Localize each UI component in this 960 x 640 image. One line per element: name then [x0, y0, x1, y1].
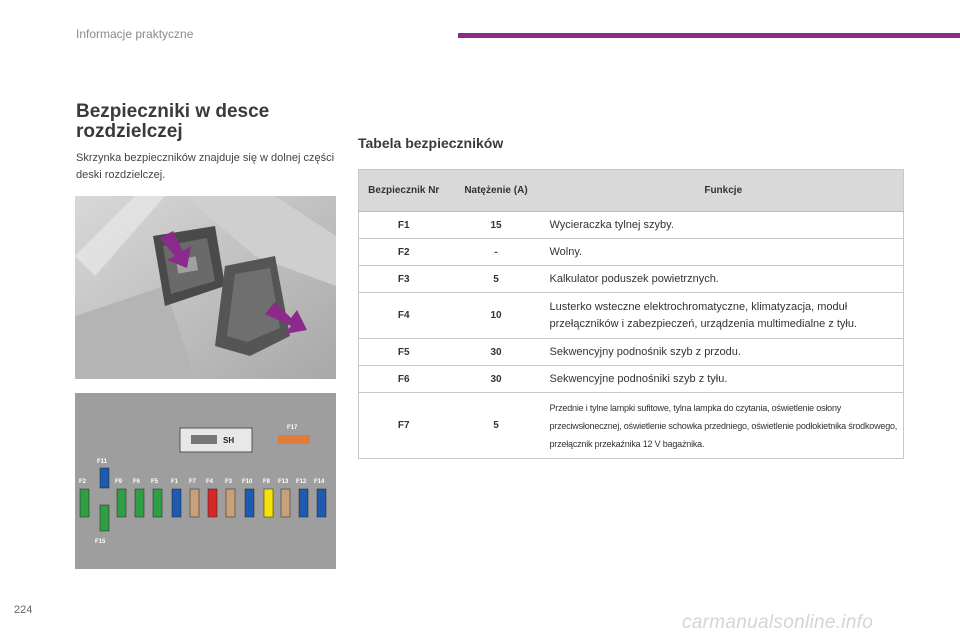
- fuse-nr: F1: [358, 211, 449, 239]
- fuse-amp: 30: [448, 365, 544, 393]
- table-row: F3 5 Kalkulator poduszek powietrznych.: [358, 265, 904, 293]
- fuse-amp: 15: [448, 211, 544, 239]
- fuse-function: Sekwencyjny podnośnik szyb z przodu.: [543, 338, 904, 366]
- fuse-nr: F7: [358, 392, 449, 459]
- table-row: F1 15 Wycieraczka tylnej szyby.: [358, 211, 904, 239]
- fuse-label: F2: [79, 479, 87, 485]
- section-title: Bezpieczniki w desce rozdzielczej: [76, 101, 270, 142]
- fuse-label: F8: [263, 479, 271, 485]
- fuse-nr: F4: [358, 292, 449, 339]
- fuse-label: F10: [242, 479, 253, 485]
- header-title: Informacje praktyczne: [76, 27, 194, 41]
- header-fn: Funkcje: [543, 169, 904, 212]
- fuse-function: Wycieraczka tylnej szyby.: [543, 211, 904, 239]
- table-title: Tabela bezpieczników: [358, 135, 504, 151]
- fuse-layout-diagram: SH F17 F11 F2 F9 F6 F5 F1 F7 F4 F3 F10 F…: [75, 393, 336, 569]
- relay-label: SH: [223, 436, 234, 445]
- fuse-label: F3: [225, 479, 233, 485]
- fuse-function: Kalkulator poduszek powietrznych.: [543, 265, 904, 293]
- table-row: F2 - Wolny.: [358, 238, 904, 266]
- fuse-amp: 30: [448, 338, 544, 366]
- table-row: F5 30 Sekwencyjny podnośnik szyb z przod…: [358, 338, 904, 366]
- fuse-label: F4: [206, 479, 214, 485]
- fuse-label: F12: [296, 479, 307, 485]
- fuse-function: Przednie i tylne lampki sufitowe, tylna …: [543, 392, 904, 459]
- fuse-diagram-svg: SH F17 F11 F2 F9 F6 F5 F1 F7 F4 F3 F10 F…: [75, 393, 336, 569]
- fuse-label: F13: [278, 479, 289, 485]
- intro-text: Skrzynka bezpieczników znajduje się w do…: [76, 152, 335, 181]
- fuse-label: F5: [151, 479, 159, 485]
- fuse-label: F7: [189, 479, 197, 485]
- table-row: F6 30 Sekwencyjne podnośniki szyb z tyłu…: [358, 365, 904, 393]
- fuse-label: F6: [133, 479, 141, 485]
- table-row: F4 10 Lusterko wsteczne elektrochromatyc…: [358, 292, 904, 339]
- header-amp: Natężenie (A): [448, 169, 544, 212]
- fuse-label: F1: [171, 479, 179, 485]
- fuse-amp: -: [448, 238, 544, 266]
- fuse-amp: 5: [448, 265, 544, 293]
- fuse-function: Lusterko wsteczne elektrochromatyczne, k…: [543, 292, 904, 339]
- fuse-amp: 10: [448, 292, 544, 339]
- fuse-amp: 5: [448, 392, 544, 459]
- fuse-function: Wolny.: [543, 238, 904, 266]
- watermark: carmanualsonline.info: [682, 612, 874, 633]
- table-header-row: Bezpiecznik Nr Natężenie (A) Funkcje: [358, 169, 904, 212]
- fuse-nr: F5: [358, 338, 449, 366]
- fuse-nr: F2: [358, 238, 449, 266]
- table-row: F7 5 Przednie i tylne lampki sufitowe, t…: [358, 392, 904, 459]
- fusebox-photo-illustration: [75, 196, 336, 379]
- fuse-label-f17: F17: [287, 425, 298, 431]
- fusebox-location-photo: [75, 196, 336, 379]
- fuse-label-f11: F11: [97, 459, 108, 465]
- fuse-label: F9: [115, 479, 123, 485]
- fuse-nr: F6: [358, 365, 449, 393]
- header-nr: Bezpiecznik Nr: [358, 169, 449, 212]
- page-number: 224: [14, 604, 33, 616]
- fuse-function: Sekwencyjne podnośniki szyb z tyłu.: [543, 365, 904, 393]
- fuse-nr: F3: [358, 265, 449, 293]
- fuse-label-f15: F15: [95, 539, 106, 545]
- fuse-label: F14: [314, 479, 325, 485]
- fuse-table: Bezpiecznik Nr Natężenie (A) Funkcje F1 …: [358, 169, 904, 459]
- header-accent-bar: [458, 33, 960, 38]
